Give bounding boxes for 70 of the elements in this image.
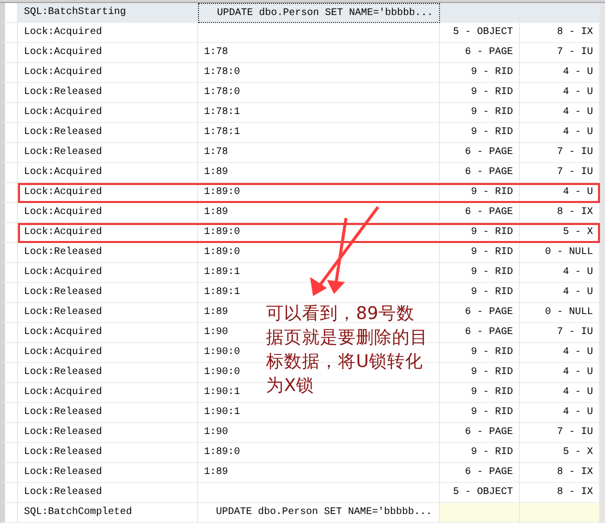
table-cell: 6 - PAGE (440, 323, 520, 343)
table-cell: 6 - PAGE (440, 423, 520, 443)
table-cell: 1:78 (198, 43, 440, 63)
table-cell: Lock:Released (18, 143, 198, 163)
table-cell: 1:89:0 (198, 183, 440, 203)
table-cell: 9 - RID (440, 63, 520, 83)
table-cell: 1:89 (198, 463, 440, 483)
table-cell: 1:78:0 (198, 83, 440, 103)
table-cell: Lock:Acquired (18, 203, 198, 223)
table-cell: Lock:Released (18, 83, 198, 103)
table-cell: 1:89:0 (198, 223, 440, 243)
table-cell: Lock:Released (18, 363, 198, 383)
table-cell: Lock:Released (18, 423, 198, 443)
table-cell: Lock:Released (18, 123, 198, 143)
table-cell: 9 - RID (440, 263, 520, 283)
table-cell: 1:78:0 (198, 63, 440, 83)
table-cell: Lock:Released (18, 443, 198, 463)
table-cell: 1:90:1 (198, 403, 440, 423)
table-cell: 9 - RID (440, 83, 520, 103)
table-cell: Lock:Acquired (18, 63, 198, 83)
table-cell: Lock:Acquired (18, 163, 198, 183)
table-cell: Lock:Released (18, 243, 198, 263)
row-header (0, 183, 18, 203)
table-cell: UPDATE dbo.Person SET NAME='bbbbb... (198, 503, 440, 523)
table-cell: SQL:BatchStarting (18, 3, 198, 23)
table-cell: 6 - PAGE (440, 203, 520, 223)
table-cell: 6 - PAGE (440, 143, 520, 163)
table-cell: 9 - RID (440, 443, 520, 463)
table-cell: 1:78 (198, 143, 440, 163)
table-cell: 9 - RID (440, 343, 520, 363)
table-cell: 5 - OBJECT (440, 23, 520, 43)
table-cell: 1:89 (198, 163, 440, 183)
table-cell: 9 - RID (440, 123, 520, 143)
table-cell: 9 - RID (440, 243, 520, 263)
table-cell: 6 - PAGE (440, 463, 520, 483)
table-cell: Lock:Acquired (18, 343, 198, 363)
table-cell: 1:78:1 (198, 123, 440, 143)
table-cell: 6 - PAGE (440, 163, 520, 183)
table-cell: 9 - RID (440, 223, 520, 243)
table-cell: 9 - RID (440, 363, 520, 383)
table-cell: Lock:Released (18, 403, 198, 423)
table-cell: Lock:Acquired (18, 223, 198, 243)
table-cell: Lock:Acquired (18, 263, 198, 283)
table-cell: 1:78:1 (198, 103, 440, 123)
table-cell: SQL:BatchCompleted (18, 503, 198, 523)
table-cell: 9 - RID (440, 383, 520, 403)
table-cell: 6 - PAGE (440, 303, 520, 323)
row-header (0, 223, 18, 243)
table-cell: Lock:Released (18, 483, 198, 503)
table-cell: Lock:Acquired (18, 23, 198, 43)
table-cell: 9 - RID (440, 283, 520, 303)
table-cell: 9 - RID (440, 403, 520, 423)
table-cell: 9 - RID (440, 183, 520, 203)
table-cell: Lock:Acquired (18, 183, 198, 203)
table-cell: UPDATE dbo.Person SET NAME='bbbbb... (198, 3, 440, 23)
table-cell: 6 - PAGE (440, 43, 520, 63)
table-cell: 9 - RID (440, 103, 520, 123)
table-cell: Lock:Acquired (18, 103, 198, 123)
table-cell: Lock:Released (18, 283, 198, 303)
annotation-text: 可以看到，89号数据页就是要删除的目标数据，将U锁转化为X锁 (266, 303, 429, 398)
table-cell: Lock:Acquired (18, 383, 198, 403)
table-cell: Lock:Released (18, 303, 198, 323)
table-cell: 1:89:0 (198, 443, 440, 463)
table-cell: Lock:Acquired (18, 43, 198, 63)
table-cell: Lock:Acquired (18, 323, 198, 343)
table-cell: 1:90 (198, 423, 440, 443)
row-header (0, 3, 18, 23)
table-cell: Lock:Released (18, 463, 198, 483)
table-cell: 1:89:0 (198, 243, 440, 263)
table-cell: 1:89 (198, 203, 440, 223)
